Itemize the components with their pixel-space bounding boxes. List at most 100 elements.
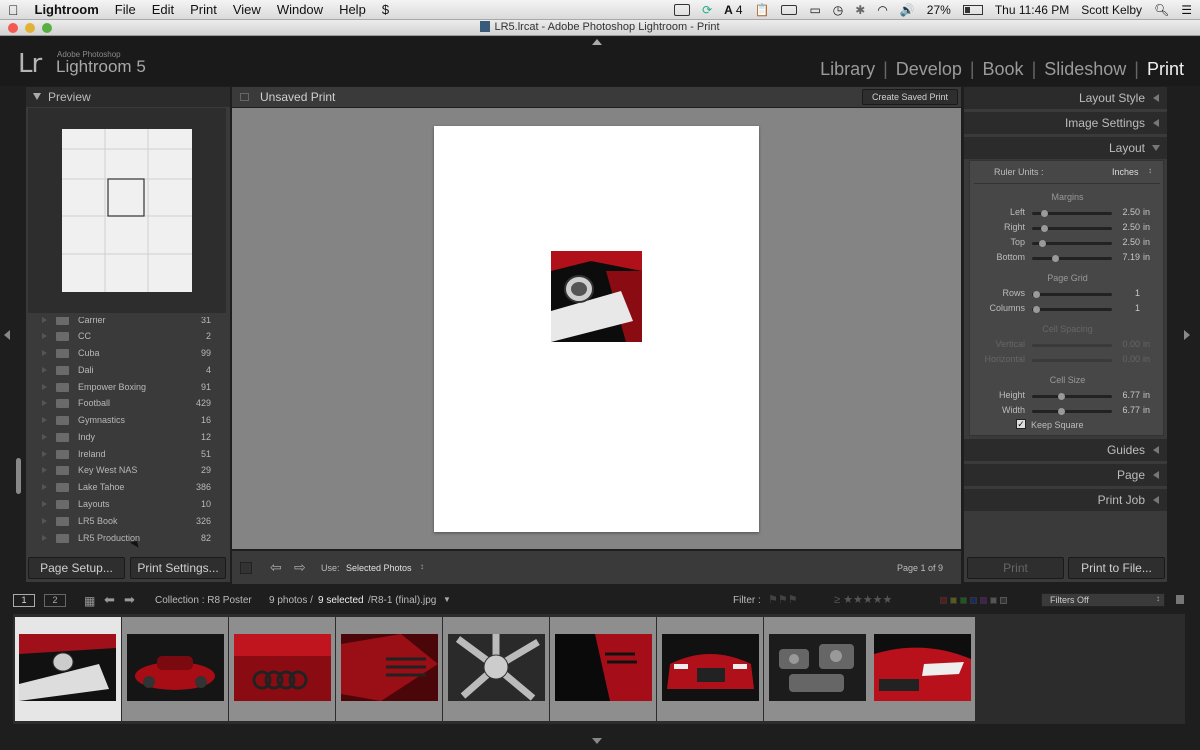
filmstrip-thumb[interactable]: [122, 617, 228, 721]
rows-value[interactable]: 1: [1115, 288, 1140, 298]
folder-row[interactable]: Key West NAS 29: [40, 463, 218, 479]
back-arrow-icon[interactable]: ⬅: [104, 592, 115, 608]
grid-view-icon[interactable]: ▦: [84, 594, 95, 608]
margin-top-value[interactable]: 2.50: [1115, 237, 1140, 247]
menu-window[interactable]: Window: [269, 2, 331, 17]
folder-row[interactable]: LR5 Book 326: [40, 514, 218, 530]
cell-height-slider[interactable]: [1032, 393, 1112, 400]
image-settings-header[interactable]: Image Settings: [964, 112, 1167, 134]
rating-filter-stars[interactable]: ≥ ★★★★★: [834, 593, 892, 606]
flag-filter-icons[interactable]: ⚑⚑⚑: [768, 593, 798, 606]
screen-icon[interactable]: [781, 5, 798, 15]
module-library[interactable]: Library: [820, 59, 875, 80]
sync-icon[interactable]: ⟳: [702, 3, 712, 17]
apple-icon[interactable]: : [0, 2, 27, 18]
print-settings-button[interactable]: Print Settings...: [130, 557, 226, 579]
vertical-value[interactable]: 0.00: [1115, 339, 1140, 349]
vertical-slider[interactable]: [1032, 344, 1112, 347]
folder-row[interactable]: Empower Boxing 91: [40, 380, 218, 396]
page-header[interactable]: Page: [964, 464, 1167, 486]
layout-style-header[interactable]: Layout Style: [964, 87, 1167, 109]
volume-icon[interactable]: 🔊: [900, 3, 915, 17]
adobe-icon[interactable]: A: [724, 3, 733, 17]
left-scrollbar[interactable]: [16, 458, 21, 494]
display-icon[interactable]: [674, 4, 691, 16]
forward-arrow-icon[interactable]: ➡: [124, 592, 135, 608]
folder-row[interactable]: Ireland 51: [40, 447, 218, 463]
columns-value[interactable]: 1: [1115, 303, 1140, 313]
menu-edit[interactable]: Edit: [144, 2, 182, 17]
slider-knob[interactable]: [1058, 393, 1065, 400]
battery-icon[interactable]: [962, 5, 983, 15]
filmstrip-thumb[interactable]: [550, 617, 656, 721]
folder-row[interactable]: LR5 Production 82: [40, 531, 218, 547]
collapse-left-icon[interactable]: [1153, 119, 1159, 127]
menu-file[interactable]: File: [107, 2, 144, 17]
margin-top-slider[interactable]: [1032, 240, 1112, 247]
menu-print[interactable]: Print: [182, 2, 225, 17]
next-page-icon[interactable]: ⇨: [294, 559, 306, 576]
use-select[interactable]: Selected Photos: [346, 563, 412, 573]
folder-row[interactable]: Football 429: [40, 396, 218, 412]
wifi-icon[interactable]: ◠: [877, 3, 887, 17]
folder-row[interactable]: Indy 12: [40, 430, 218, 446]
collapse-left-icon[interactable]: [1153, 446, 1159, 454]
minimize-window-button[interactable]: [25, 23, 35, 33]
print-photo[interactable]: [551, 251, 642, 342]
primary-window-button[interactable]: 1: [13, 594, 35, 607]
time-machine-icon[interactable]: ◷: [833, 3, 843, 17]
collapse-left-icon[interactable]: [1153, 471, 1159, 479]
bottom-panel-toggle-icon[interactable]: [592, 738, 602, 744]
battery-text[interactable]: 27%: [927, 3, 951, 17]
folder-row[interactable]: Gymnastics 16: [40, 413, 218, 429]
preview-header[interactable]: Preview: [26, 87, 230, 107]
margin-right-value[interactable]: 2.50: [1115, 222, 1140, 232]
margin-bottom-value[interactable]: 7.19: [1115, 252, 1140, 262]
bluetooth-icon[interactable]: ✱: [855, 3, 865, 17]
margin-right-slider[interactable]: [1032, 225, 1112, 232]
create-saved-print-button[interactable]: Create Saved Print: [862, 89, 958, 105]
cell-width-value[interactable]: 6.77: [1115, 405, 1140, 415]
expand-down-icon[interactable]: [1152, 145, 1160, 151]
folder-row[interactable]: Layouts 10: [40, 497, 218, 513]
slider-knob[interactable]: [1033, 291, 1040, 298]
slider-knob[interactable]: [1041, 210, 1048, 217]
filmstrip-thumb[interactable]: [229, 617, 335, 721]
slider-knob[interactable]: [1039, 240, 1046, 247]
menu-help[interactable]: Help: [331, 2, 374, 17]
close-window-button[interactable]: [8, 23, 18, 33]
keep-square-label[interactable]: Keep Square: [1031, 420, 1084, 430]
view-toggle-checkbox[interactable]: [240, 562, 252, 574]
filmstrip-thumb[interactable]: [764, 617, 870, 721]
current-filename[interactable]: /R8-1 (final).jpg: [368, 595, 436, 606]
secondary-window-button[interactable]: 2: [44, 594, 66, 607]
print-job-header[interactable]: Print Job: [964, 489, 1167, 511]
filmstrip-thumb[interactable]: [15, 617, 121, 721]
filters-preset-select[interactable]: Filters Off ↕: [1041, 593, 1165, 607]
page-setup-button[interactable]: Page Setup...: [28, 557, 125, 579]
notifications-icon[interactable]: ☰: [1181, 3, 1192, 17]
guides-header[interactable]: Guides: [964, 439, 1167, 461]
keep-square-checkbox[interactable]: ✓: [1016, 419, 1026, 429]
collapse-left-icon[interactable]: [1153, 496, 1159, 504]
folder-row[interactable]: Cuba 99: [40, 346, 218, 362]
cell-width-slider[interactable]: [1032, 408, 1112, 415]
zoom-window-button[interactable]: [42, 23, 52, 33]
slider-knob[interactable]: [1058, 408, 1065, 415]
horizontal-slider[interactable]: [1032, 359, 1112, 362]
clock[interactable]: Thu 11:46 PM: [995, 3, 1069, 17]
slider-knob[interactable]: [1033, 306, 1040, 313]
previous-page-icon[interactable]: ⇦: [270, 559, 282, 576]
folder-row[interactable]: Dali 4: [40, 363, 218, 379]
print-to-file-button[interactable]: Print to File...: [1068, 557, 1165, 579]
folder-row[interactable]: CC 2: [40, 329, 218, 345]
select-arrows-icon[interactable]: ↕: [1156, 594, 1160, 603]
slider-knob[interactable]: [1052, 255, 1059, 262]
script-icon[interactable]: $: [374, 2, 397, 17]
folder-row[interactable]: Carrier 31: [40, 317, 218, 329]
margin-bottom-slider[interactable]: [1032, 255, 1112, 262]
clipboard-icon[interactable]: 📋: [755, 3, 770, 17]
module-slideshow[interactable]: Slideshow: [1044, 59, 1126, 80]
filter-lock-icon[interactable]: [1176, 595, 1184, 604]
user-name[interactable]: Scott Kelby: [1081, 3, 1142, 17]
